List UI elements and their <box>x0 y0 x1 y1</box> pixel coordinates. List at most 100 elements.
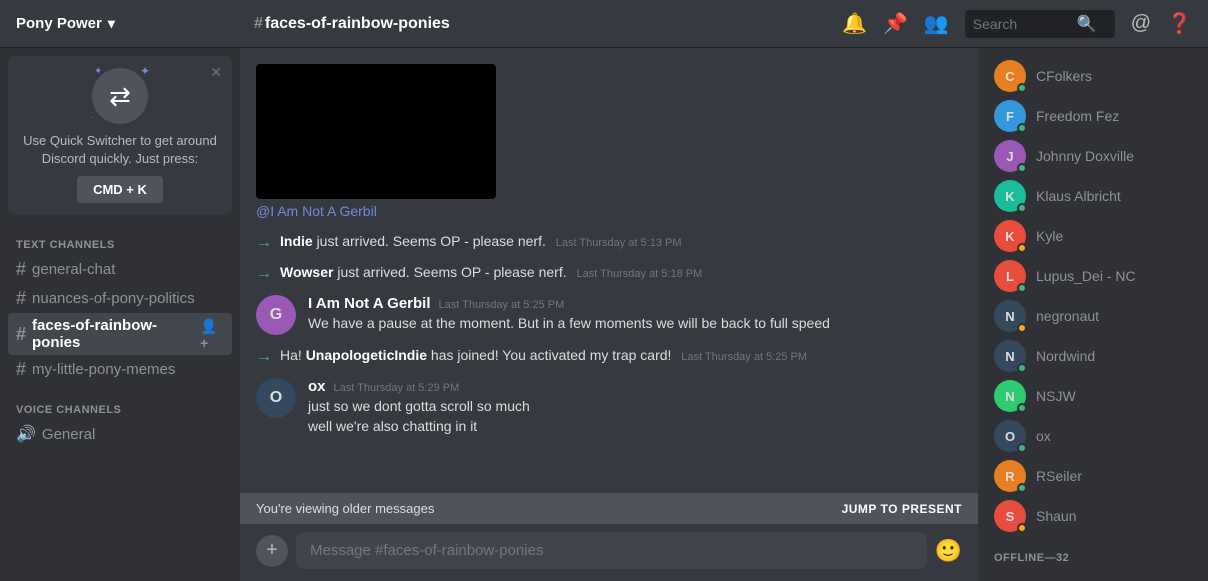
member-name: Nordwind <box>1036 348 1095 364</box>
avatar: O <box>256 378 296 418</box>
system-message-1: → Indie just arrived. Seems OP - please … <box>256 231 962 254</box>
member-name: RSeiler <box>1036 468 1082 484</box>
status-idle-dot <box>1017 323 1027 333</box>
message-body: ox Last Thursday at 5:29 PM just so we d… <box>308 378 962 436</box>
member-kyle[interactable]: K Kyle <box>982 216 1204 256</box>
emoji-button[interactable]: 🙂 <box>935 538 962 564</box>
voice-channel-name: General <box>42 426 95 443</box>
member-name: CFolkers <box>1036 68 1092 84</box>
offline-section-label: OFFLINE—32 <box>978 536 1208 568</box>
message-gerbil: G I Am Not A Gerbil Last Thursday at 5:2… <box>256 293 962 337</box>
message-username: ox <box>308 378 326 395</box>
avatar: K <box>994 180 1026 212</box>
avatar: N <box>994 300 1026 332</box>
close-icon[interactable]: ✕ <box>210 64 222 81</box>
timestamp: Last Thursday at 5:18 PM <box>577 268 703 280</box>
search-bar[interactable]: 🔍 <box>965 10 1115 38</box>
username: Indie <box>280 233 313 249</box>
member-shaun[interactable]: S Shaun <box>982 496 1204 536</box>
jump-to-present-button[interactable]: JUMP TO PRESENT <box>842 502 962 516</box>
message-header: ox Last Thursday at 5:29 PM <box>308 378 962 395</box>
attachment-button[interactable]: + <box>256 535 288 567</box>
member-nsjw[interactable]: N NSJW <box>982 376 1204 416</box>
sys-text-after: has joined! You activated my trap card! <box>427 347 671 363</box>
message-header: I Am Not A Gerbil Last Thursday at 5:25 … <box>308 295 962 312</box>
avatar: N <box>994 380 1026 412</box>
messages-area: @I Am Not A Gerbil → Indie just arrived.… <box>240 48 978 493</box>
status-online-dot <box>1017 283 1027 293</box>
avatar: C <box>994 60 1026 92</box>
top-icons: 🔔 📌 👥 🔍 @ ❓ <box>842 10 1192 38</box>
member-johnny-doxville[interactable]: J Johnny Doxville <box>982 136 1204 176</box>
status-online-dot <box>1017 83 1027 93</box>
hash-icon: # <box>16 288 26 309</box>
sidebar-item-nuances-of-pony-politics[interactable]: # nuances-of-pony-politics <box>8 284 232 313</box>
message-timestamp: Last Thursday at 5:25 PM <box>439 299 565 311</box>
member-name: Klaus Albricht <box>1036 188 1121 204</box>
member-lupus-dei[interactable]: L Lupus_Dei - NC <box>982 256 1204 296</box>
member-name: negronaut <box>1036 308 1099 324</box>
hash-icon: # <box>16 259 26 280</box>
avatar: J <box>994 140 1026 172</box>
quick-switcher-icon: ⇄ ✦ ✦ · <box>92 68 148 124</box>
avatar: L <box>994 260 1026 292</box>
status-online-dot <box>1017 483 1027 493</box>
members-icon[interactable]: 👥 <box>924 11 949 36</box>
quick-switcher-text: Use Quick Switcher to get around Discord… <box>20 132 220 168</box>
sidebar-item-general-chat[interactable]: # general-chat <box>8 255 232 284</box>
bell-icon[interactable]: 🔔 <box>842 11 867 36</box>
quick-switcher-popup: ✕ ⇄ ✦ ✦ · Use Quick Switcher to get arou… <box>8 56 232 215</box>
avatar: N <box>994 340 1026 372</box>
system-message-2: → Wowser just arrived. Seems OP - please… <box>256 262 962 285</box>
member-rseiler[interactable]: R RSeiler <box>982 456 1204 496</box>
member-klaus-albricht[interactable]: K Klaus Albricht <box>982 176 1204 216</box>
avatar: K <box>994 220 1026 252</box>
join-username: UnapologeticIndie <box>306 347 427 363</box>
member-name: Lupus_Dei - NC <box>1036 268 1136 284</box>
voice-channels-label: VOICE CHANNELS <box>8 404 232 416</box>
server-name[interactable]: Pony Power ▾ <box>16 15 246 32</box>
message-input[interactable] <box>296 532 927 569</box>
member-freedom-fez[interactable]: F Freedom Fez <box>982 96 1204 136</box>
channel-title: #faces-of-rainbow-ponies <box>246 15 842 33</box>
top-bar: Pony Power ▾ #faces-of-rainbow-ponies 🔔 … <box>0 0 1208 48</box>
server-name-label: Pony Power <box>16 15 102 32</box>
status-online-dot <box>1017 363 1027 373</box>
sys-msg-text: just arrived. Seems OP - please nerf. <box>337 264 566 280</box>
member-name: Johnny Doxville <box>1036 148 1134 164</box>
message-content-2: well we're also chatting in it <box>308 417 962 437</box>
add-member-icon[interactable]: 👤+ <box>200 318 224 351</box>
avatar: O <box>994 420 1026 452</box>
older-messages-banner: You're viewing older messages JUMP TO PR… <box>240 493 978 524</box>
member-cfolkers[interactable]: C CFolkers <box>982 56 1204 96</box>
pin-icon[interactable]: 📌 <box>883 11 908 36</box>
message-input-bar: + 🙂 <box>240 524 978 581</box>
search-icon: 🔍 <box>1077 14 1097 34</box>
member-name: Shaun <box>1036 508 1076 524</box>
avatar: F <box>994 100 1026 132</box>
avatar: G <box>256 295 296 335</box>
member-ox[interactable]: O ox <box>982 416 1204 456</box>
arrow-icon: → <box>256 265 272 283</box>
speaker-icon: 🔊 <box>16 424 36 444</box>
avatar: S <box>994 500 1026 532</box>
mention-tag: @I Am Not A Gerbil <box>256 203 962 219</box>
hash-icon: # <box>16 359 26 380</box>
search-input[interactable] <box>973 16 1073 32</box>
member-negronaut[interactable]: N negronaut <box>982 296 1204 336</box>
member-nordwind[interactable]: N Nordwind <box>982 336 1204 376</box>
help-icon[interactable]: ❓ <box>1167 11 1192 36</box>
username: Wowser <box>280 264 333 280</box>
channel-name: faces-of-rainbow-ponies <box>32 317 194 351</box>
center-content: @I Am Not A Gerbil → Indie just arrived.… <box>240 48 978 581</box>
sidebar-item-faces-of-rainbow-ponies[interactable]: # faces-of-rainbow-ponies 👤+ <box>8 313 232 355</box>
sidebar-item-my-little-pony-memes[interactable]: # my-little-pony-memes <box>8 355 232 384</box>
sidebar-item-general-voice[interactable]: 🔊 General <box>8 420 232 448</box>
avatar: R <box>994 460 1026 492</box>
left-sidebar: ✕ ⇄ ✦ ✦ · Use Quick Switcher to get arou… <box>0 48 240 581</box>
status-online-dot <box>1017 403 1027 413</box>
at-icon[interactable]: @ <box>1131 12 1151 35</box>
message-username: I Am Not A Gerbil <box>308 295 431 312</box>
hash-icon: # <box>254 15 263 32</box>
arrow-icon: → <box>256 348 272 366</box>
